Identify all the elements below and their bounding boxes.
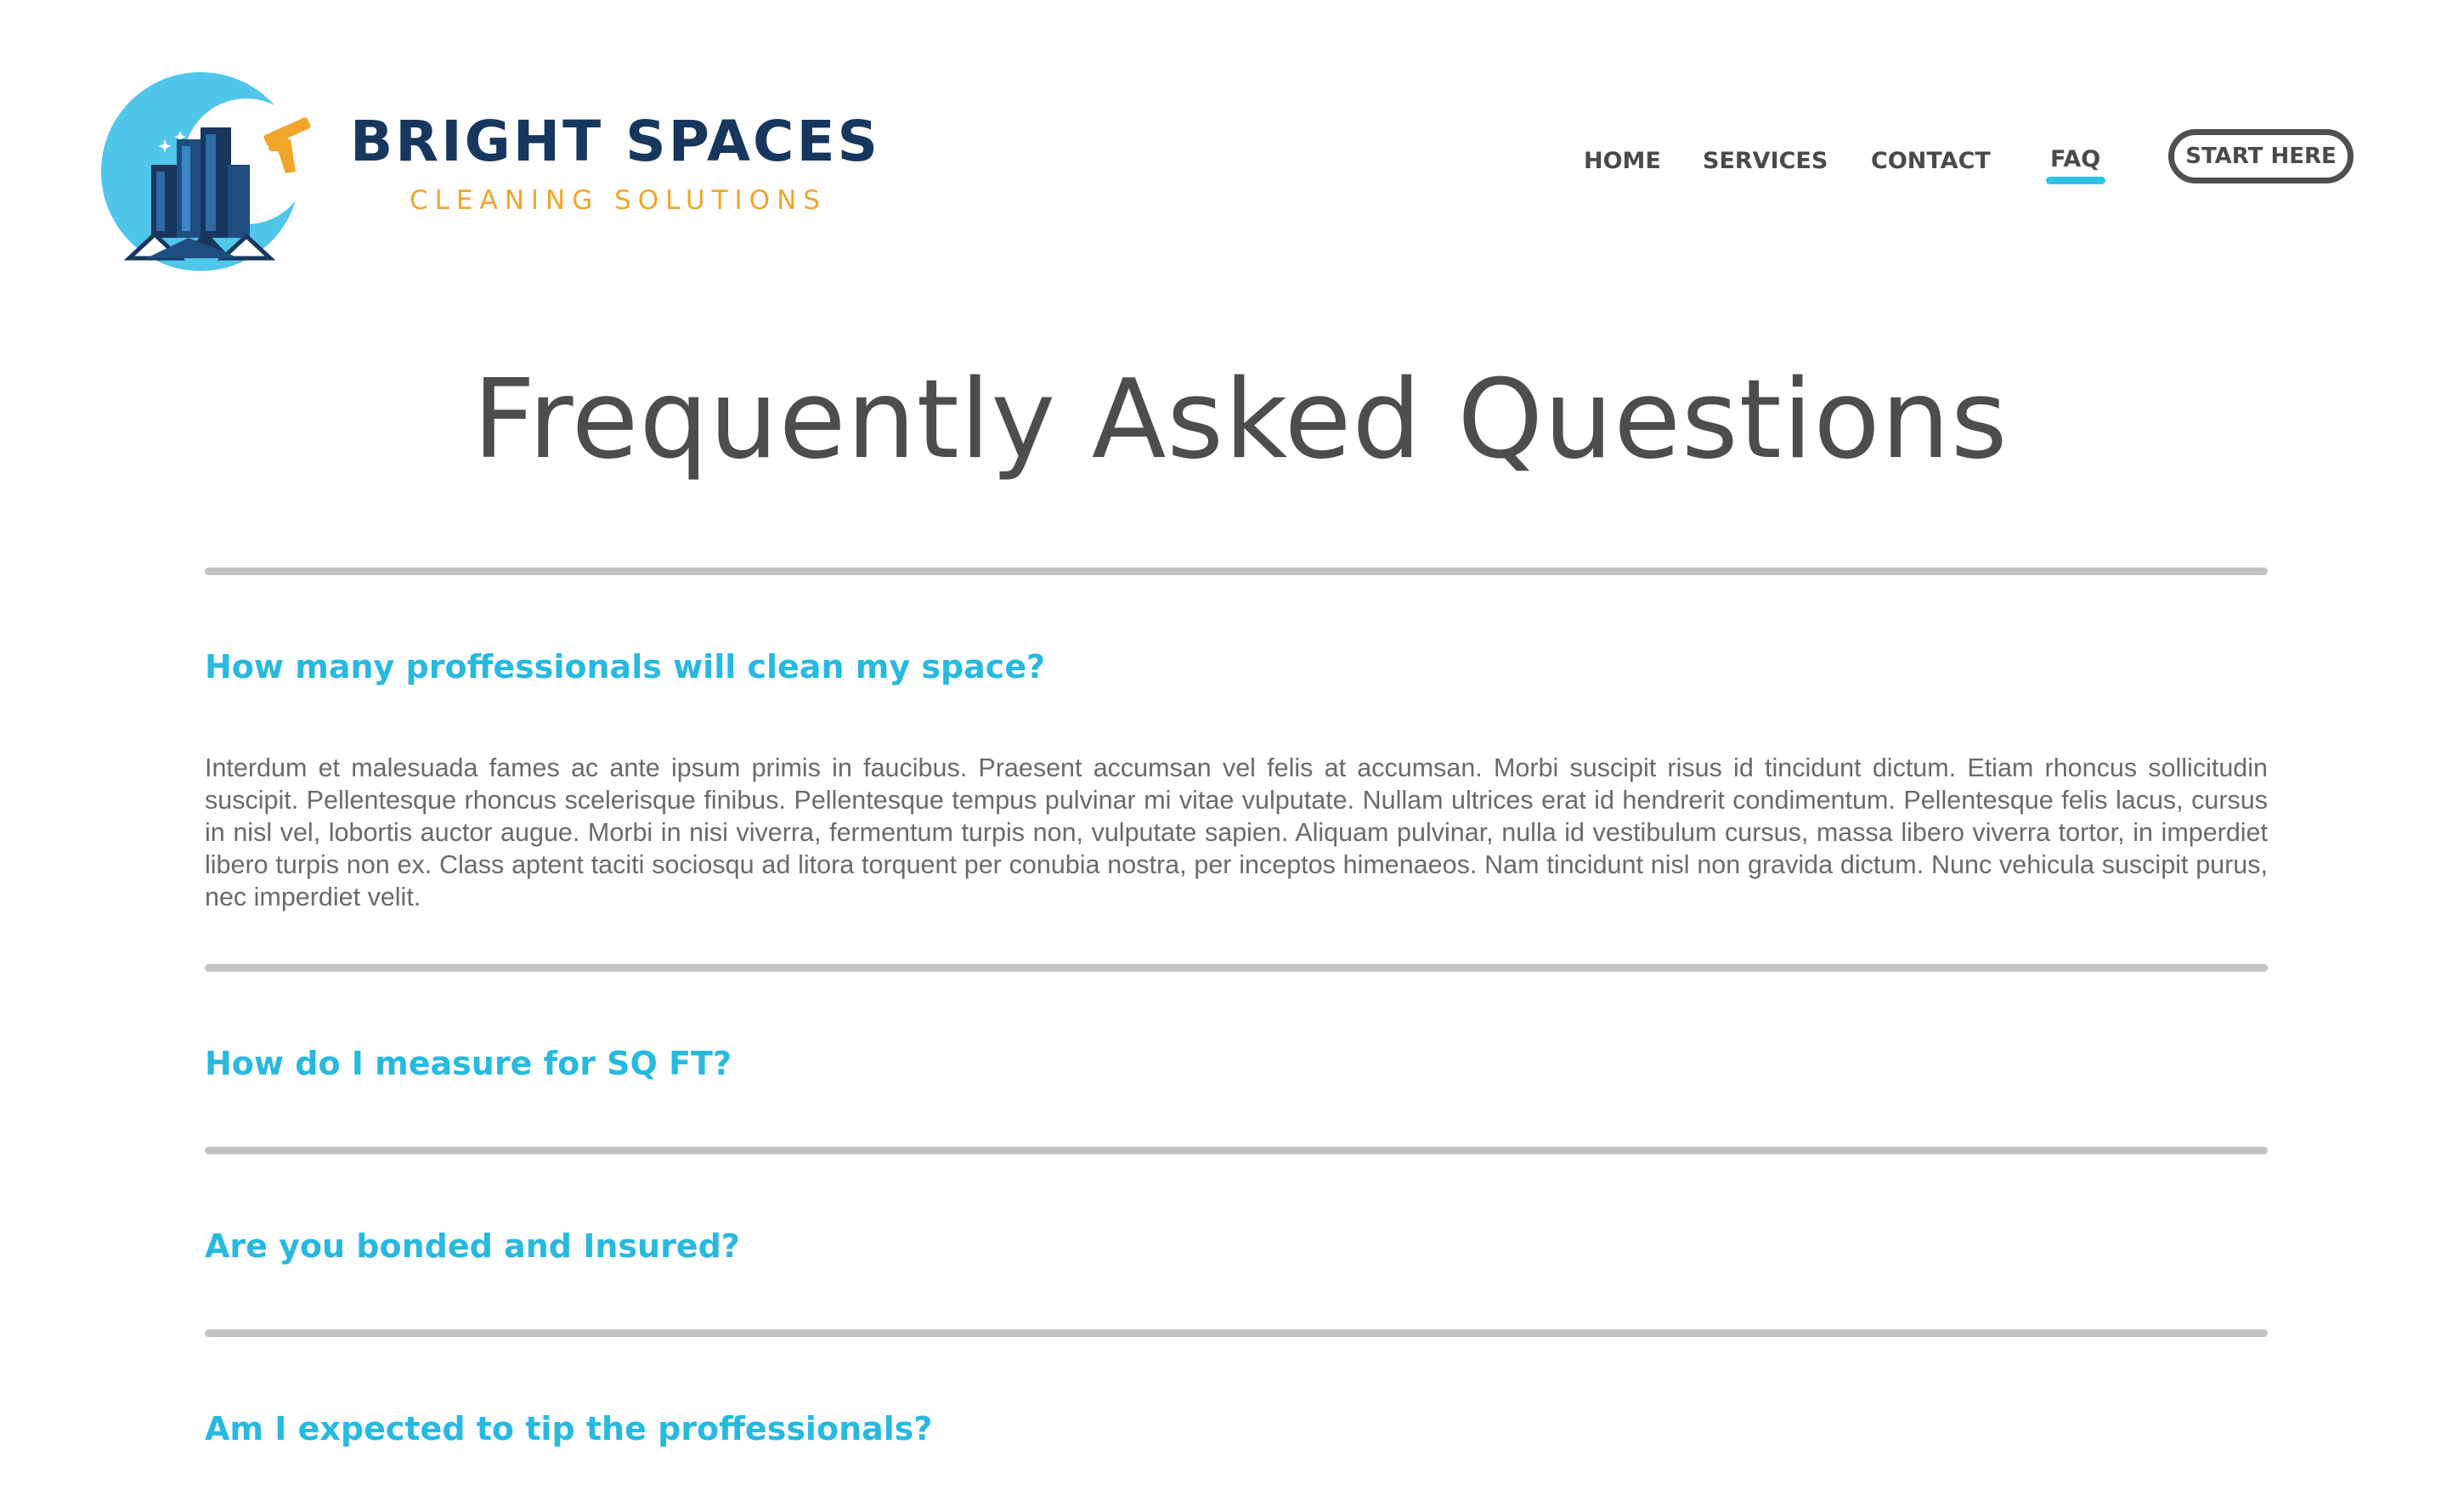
faq-answer: Interdum et malesuada fames ac ante ipsu… <box>205 753 2268 911</box>
faq-divider <box>205 1147 2268 1154</box>
nav-item-services[interactable]: SERVICES <box>1703 148 1828 174</box>
faq-divider <box>205 567 2268 575</box>
faq-item: Am I expected to tip the proffessionals? <box>205 1337 2268 1512</box>
faq-divider <box>205 964 2268 972</box>
faq-question[interactable]: How do I measure for SQ FT? <box>205 972 2268 1147</box>
faq-question[interactable]: How many proffessionals will clean my sp… <box>205 575 2268 752</box>
active-nav-indicator <box>2046 177 2105 184</box>
brand-name: BRIGHT SPACES <box>350 109 881 174</box>
nav-item-faq[interactable]: FAQ <box>2050 146 2100 172</box>
building-squeegee-logo-icon <box>101 72 311 271</box>
page-title: Frequently Asked Questions <box>472 357 2009 483</box>
faq-item: How many proffessionals will clean my sp… <box>205 575 2268 964</box>
site-header: BRIGHT SPACES CLEANING SOLUTIONS HOME SE… <box>0 0 2447 280</box>
faq-item: How do I measure for SQ FT? <box>205 972 2268 1147</box>
faq-list: How many proffessionals will clean my sp… <box>205 567 2268 1512</box>
faq-question[interactable]: Am I expected to tip the proffessionals? <box>205 1337 2268 1512</box>
faq-question[interactable]: Are you bonded and Insured? <box>205 1154 2268 1329</box>
start-here-button[interactable]: START HERE <box>2168 129 2354 183</box>
faq-divider <box>205 1329 2268 1337</box>
nav-item-home[interactable]: HOME <box>1584 148 1661 174</box>
nav-item-contact[interactable]: CONTACT <box>1871 148 1991 174</box>
brand-tagline: CLEANING SOLUTIONS <box>410 185 827 216</box>
brand-logo-link[interactable]: BRIGHT SPACES CLEANING SOLUTIONS <box>95 71 881 275</box>
faq-item: Are you bonded and Insured? <box>205 1154 2268 1329</box>
